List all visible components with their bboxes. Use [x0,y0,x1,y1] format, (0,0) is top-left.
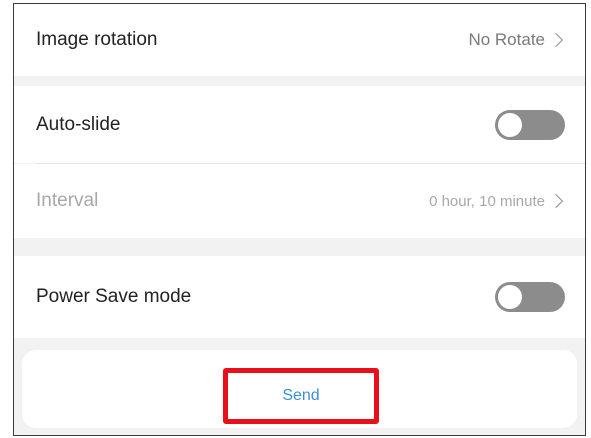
interval-value: 0 hour, 10 minute [429,192,545,210]
interval-row[interactable]: Interval 0 hour, 10 minute [14,164,585,238]
auto-slide-label: Auto-slide [36,113,121,135]
send-button[interactable]: Send [223,368,379,424]
interval-label: Interval [36,190,99,211]
power-save-label: Power Save mode [36,286,192,307]
image-rotation-row[interactable]: Image rotation No Rotate [14,4,585,76]
toggle-knob [498,285,522,309]
chevron-right-icon [548,193,564,209]
image-rotation-value-container: No Rotate [468,30,565,50]
interval-value-container: 0 hour, 10 minute [429,193,565,210]
auto-slide-row: Auto-slide [14,86,585,163]
toggle-knob [498,112,522,137]
image-rotation-value: No Rotate [468,30,545,49]
image-rotation-label: Image rotation [36,29,158,50]
auto-slide-toggle[interactable] [495,109,565,140]
power-save-toggle[interactable] [495,282,565,312]
chevron-right-icon [548,32,564,48]
settings-panel: Image rotation No Rotate Auto-slide Inte… [13,3,586,436]
power-save-row: Power Save mode [14,256,585,338]
send-button-label: Send [282,387,320,404]
